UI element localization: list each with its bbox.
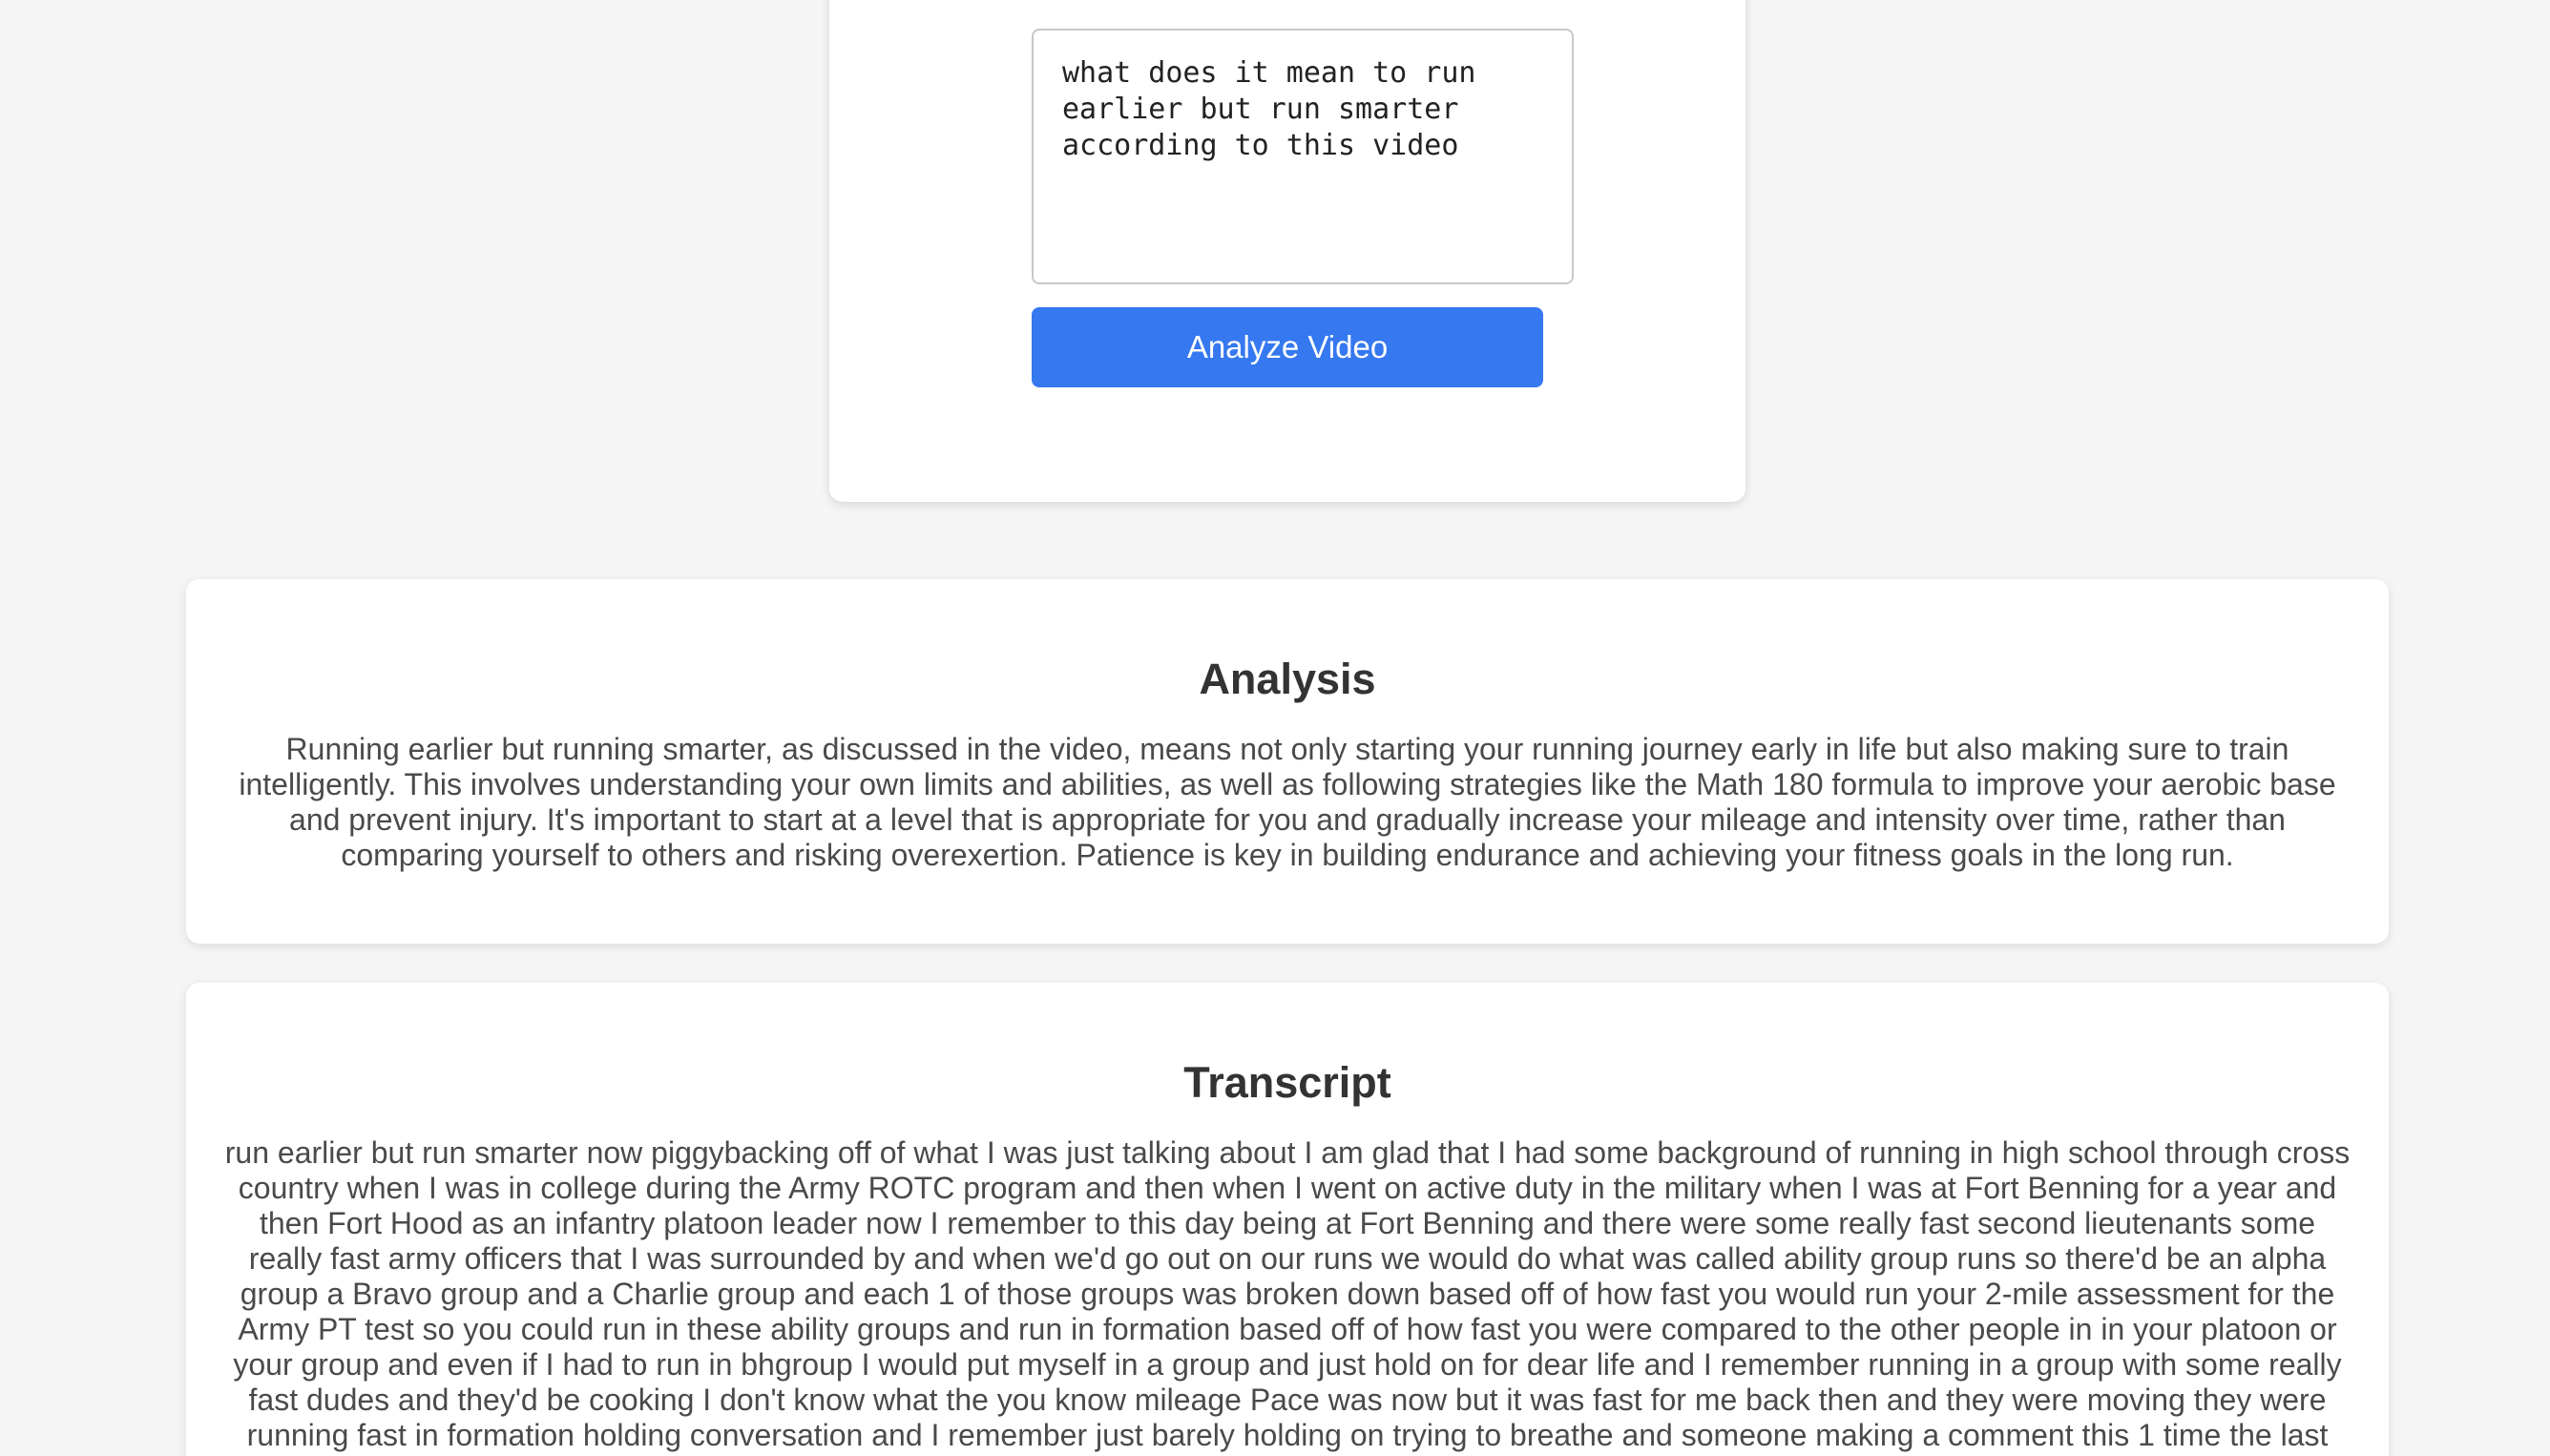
- transcript-heading: Transcript: [1183, 1058, 1391, 1107]
- transcript-text: run earlier but run smarter now piggybac…: [224, 1135, 2351, 1452]
- page: what does it mean to run earlier but run…: [0, 0, 2550, 1456]
- analysis-panel: Analysis Running earlier but running sma…: [186, 579, 2389, 944]
- transcript-panel: Transcript run earlier but run smarter n…: [186, 983, 2389, 1456]
- analyze-video-button[interactable]: Analyze Video: [1032, 307, 1543, 387]
- analysis-heading: Analysis: [1199, 655, 1376, 703]
- question-input[interactable]: what does it mean to run earlier but run…: [1032, 29, 1574, 284]
- analysis-text: Running earlier but running smarter, as …: [239, 732, 2336, 872]
- query-card: what does it mean to run earlier but run…: [829, 0, 1745, 502]
